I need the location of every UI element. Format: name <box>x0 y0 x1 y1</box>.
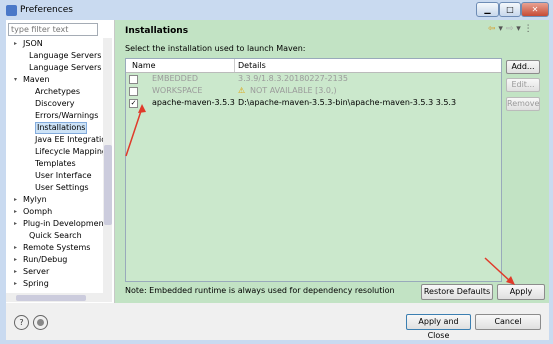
row-name: apache-maven-3.5.3 <box>152 98 235 107</box>
column-header-name[interactable]: Name <box>132 61 156 70</box>
page-title: Installations <box>125 26 189 36</box>
edit-button[interactable]: Edit... <box>506 78 540 92</box>
warning-icon: ⚠ <box>238 86 246 95</box>
tree-item-label: Archetypes <box>35 87 81 96</box>
tree-vertical-scroll-thumb[interactable] <box>104 145 112 225</box>
minimize-button[interactable]: ▁ <box>476 2 499 17</box>
checkbox-workspace[interactable] <box>129 87 138 96</box>
tree-item-label: Discovery <box>35 99 75 108</box>
tree-item-label: Remote Systems <box>23 243 91 252</box>
row-name: EMBEDDED <box>152 74 199 83</box>
column-divider <box>234 59 235 72</box>
red-annotation-arrow-apply <box>484 257 515 285</box>
tree-item-label: Run/Debug <box>23 255 68 264</box>
expand-twisty-icon[interactable]: ▸ <box>14 194 22 206</box>
dependency-note: Note: Embedded runtime is always used fo… <box>125 286 395 295</box>
tree-item-label: User Settings <box>35 183 89 192</box>
dialog-client-area: ▸JSONLanguage ServersLanguage Servers ST… <box>6 20 549 340</box>
title-bar: Preferences ▁ □ ✕ <box>0 0 553 20</box>
preference-tree-pane: ▸JSONLanguage ServersLanguage Servers ST… <box>6 20 115 303</box>
dropdown-icon[interactable]: ▾ <box>498 24 503 34</box>
page-subtitle: Select the installation used to launch M… <box>125 44 306 53</box>
tree-item-label: Quick Search <box>29 231 82 240</box>
checkbox-embedded[interactable] <box>129 75 138 84</box>
apply-and-close-button[interactable]: Apply and Close <box>406 314 471 340</box>
tree-item-label: Java EE Integration <box>35 135 104 144</box>
close-button[interactable]: ✕ <box>521 2 549 17</box>
expand-twisty-icon[interactable]: ▸ <box>14 278 22 290</box>
filter-input[interactable] <box>8 23 98 36</box>
red-annotation-arrow-checkbox <box>125 104 146 157</box>
tree-item-label: Server <box>23 267 50 276</box>
tree-item-label: Spring <box>23 279 49 288</box>
tree-item-label: Oomph <box>23 207 53 216</box>
cancel-button[interactable]: Cancel <box>475 314 541 330</box>
table-row-apache-maven[interactable]: ✓ apache-maven-3.5.3 D:\apache-maven-3.5… <box>126 97 501 109</box>
view-menu-icon[interactable]: ⋮ <box>524 24 533 34</box>
tree-item-label: Language Servers STS <box>29 63 104 72</box>
expand-twisty-icon[interactable]: ▸ <box>14 38 22 50</box>
dropdown-icon-2[interactable]: ▾ <box>516 24 521 34</box>
expand-twisty-icon[interactable]: ▸ <box>14 266 22 278</box>
tree-item-label: Maven <box>23 75 50 84</box>
tree-item-label: Language Servers <box>29 51 102 60</box>
expand-twisty-icon[interactable]: ▸ <box>14 242 22 254</box>
preferences-window: Preferences ▁ □ ✕ ▸JSONLanguage ServersL… <box>0 0 553 344</box>
expand-twisty-icon[interactable]: ▸ <box>14 218 22 230</box>
expand-twisty-icon[interactable]: ▸ <box>14 206 22 218</box>
row-name: WORKSPACE <box>152 86 203 95</box>
forward-arrow-icon[interactable]: ⇨ <box>506 24 514 34</box>
table-row-embedded[interactable]: EMBEDDED 3.3.9/1.8.3.20180227-2135 <box>126 73 501 85</box>
remove-button[interactable]: Remove <box>506 97 540 111</box>
tree-item-label: Installations <box>35 122 88 134</box>
page-navigation: ⇦ ▾ ⇨ ▾ ⋮ <box>488 24 533 34</box>
tree-horizontal-scroll-thumb[interactable] <box>16 295 86 301</box>
tree-item-label: Templates <box>35 159 76 168</box>
help-icon[interactable]: ? <box>14 315 29 330</box>
window-title: Preferences <box>20 5 73 15</box>
tree-item-label: Lifecycle Mapping <box>35 147 104 156</box>
column-header-details[interactable]: Details <box>238 61 266 70</box>
tree-item-label: Mylyn <box>23 195 47 204</box>
row-details: 3.3.9/1.8.3.20180227-2135 <box>238 74 348 83</box>
table-header: Name Details <box>126 59 501 73</box>
back-arrow-icon[interactable]: ⇦ <box>488 24 496 34</box>
row-details: D:\apache-maven-3.5.3-bin\apache-maven-3… <box>238 98 457 107</box>
record-macro-icon[interactable] <box>33 315 48 330</box>
installations-table: Name Details EMBEDDED 3.3.9/1.8.3.201802… <box>125 58 502 282</box>
eclipse-app-icon <box>6 5 17 16</box>
preference-tree: ▸JSONLanguage ServersLanguage Servers ST… <box>6 38 104 293</box>
maximize-button[interactable]: □ <box>499 2 521 17</box>
expand-twisty-icon[interactable]: ▾ <box>14 74 22 86</box>
tree-item-label: Errors/Warnings <box>35 111 99 120</box>
tree-item-label: User Interface <box>35 171 92 180</box>
row-details: NOT AVAILABLE [3.0,) <box>250 86 337 95</box>
tree-item-label: Plug-in Development <box>23 219 104 228</box>
installations-page: Installations ⇦ ▾ ⇨ ▾ ⋮ Select the insta… <box>115 20 549 303</box>
expand-twisty-icon[interactable]: ▸ <box>14 254 22 266</box>
dialog-button-bar: ? Apply and Close Cancel <box>6 303 549 340</box>
add-button[interactable]: Add... <box>506 60 540 74</box>
table-row-workspace[interactable]: WORKSPACE ⚠ NOT AVAILABLE [3.0,) <box>126 85 501 97</box>
tree-item-label: JSON <box>23 39 43 48</box>
